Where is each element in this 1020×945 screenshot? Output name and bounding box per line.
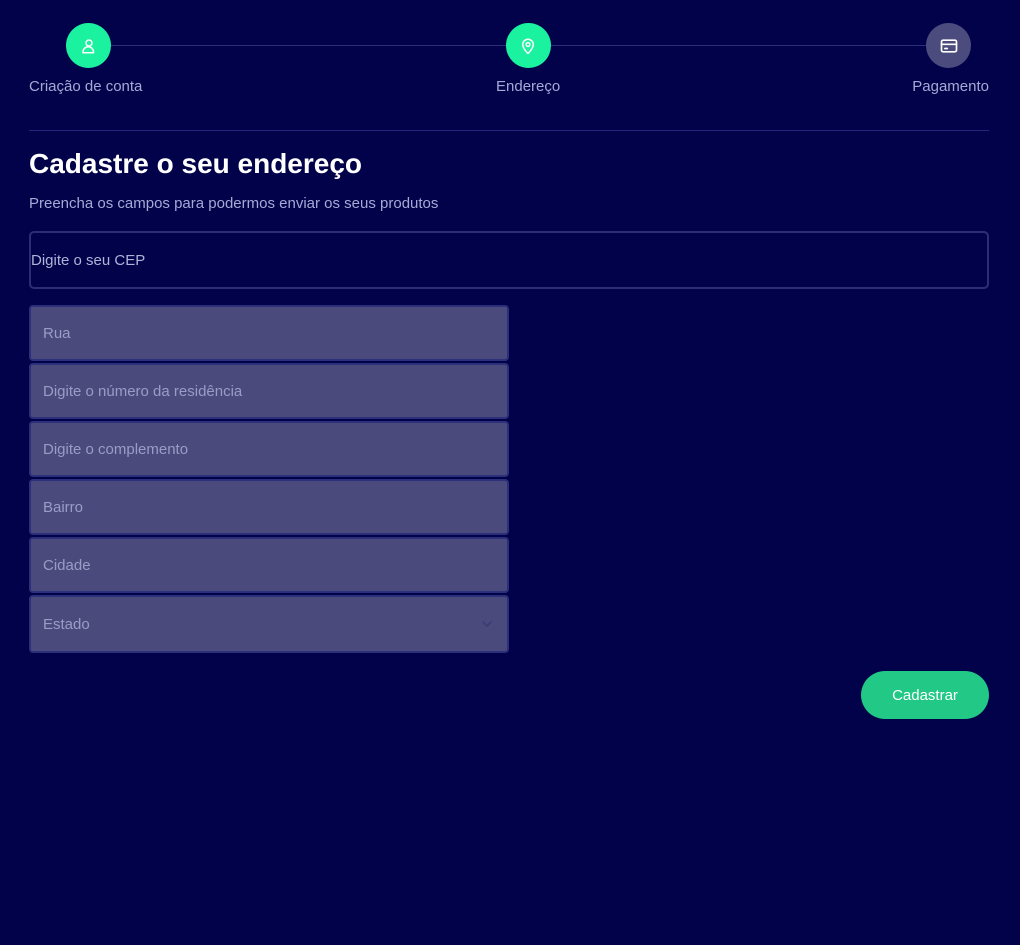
step-circle-payment (926, 23, 971, 68)
page-subtitle: Preencha os campos para podermos enviar … (29, 195, 439, 212)
state-select[interactable]: Estado (29, 595, 509, 653)
step-label: Endereço (496, 78, 561, 95)
state-select-wrapper: Estado (29, 595, 509, 653)
address-fields: Estado (29, 305, 509, 653)
step-circle-address (505, 23, 551, 68)
city-input[interactable] (29, 537, 509, 593)
neighborhood-input[interactable] (29, 479, 509, 535)
step-label: Criação de conta (29, 78, 143, 95)
page-title: Cadastre o seu endereço (29, 148, 363, 179)
page: Criação de conta Endereço Pagamento Cada… (0, 0, 1020, 945)
credit-card-icon (940, 38, 957, 53)
step-label: Pagamento (912, 78, 989, 95)
register-button[interactable]: Cadastrar (861, 671, 989, 719)
step-address[interactable]: Endereço (496, 23, 560, 95)
divider (29, 130, 989, 131)
step-account-creation[interactable]: Criação de conta (29, 23, 142, 95)
step-circle-account (66, 23, 111, 68)
user-icon (81, 38, 94, 53)
street-input[interactable] (29, 305, 509, 361)
house-number-input[interactable] (29, 363, 509, 419)
cep-input[interactable] (29, 231, 989, 289)
step-payment[interactable]: Pagamento (912, 23, 989, 95)
complement-input[interactable] (29, 421, 509, 477)
progress-stepper: Criação de conta Endereço Pagamento (29, 23, 989, 103)
map-pin-icon (522, 38, 535, 54)
